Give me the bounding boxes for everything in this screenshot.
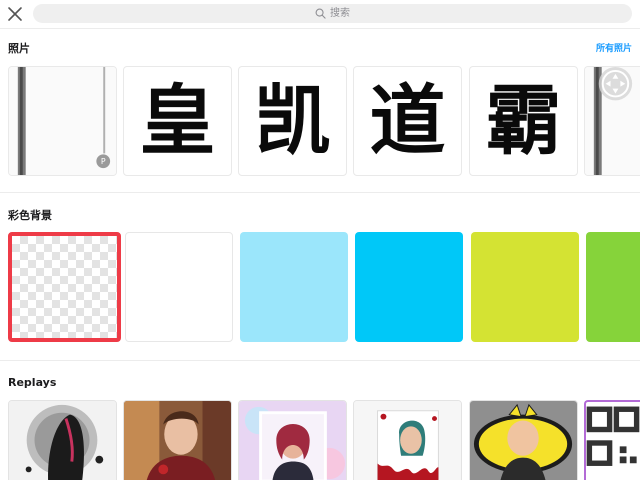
replay-image [9, 401, 116, 480]
search-icon [315, 8, 326, 19]
search-placeholder: 搜索 [330, 7, 350, 19]
calligraphy-glyph: 道 [369, 76, 446, 165]
photo-tile[interactable]: 道 [353, 66, 462, 176]
photo-icon: P [9, 67, 116, 175]
replay-thumbnail[interactable] [469, 400, 578, 480]
replay-thumbnail[interactable] [123, 400, 232, 480]
divider [0, 192, 640, 193]
replay-thumbnail[interactable] [353, 400, 462, 480]
section-title-replays: Replays [8, 376, 57, 389]
calligraphy-glyph: 凯 [254, 76, 331, 165]
photo-tile[interactable]: 霸 [469, 66, 578, 176]
swatch-white[interactable] [125, 232, 233, 342]
section-title-photos: 照片 [8, 42, 30, 55]
swatch-green[interactable] [586, 232, 640, 342]
swatch-light-blue[interactable] [240, 232, 348, 342]
photo-tile[interactable]: P [8, 66, 117, 176]
replay-thumbnail[interactable] [238, 400, 347, 480]
section-title-color-backgrounds: 彩色背景 [8, 209, 52, 222]
replay-image [124, 401, 231, 480]
photo-row: P 皇 凯 道 霸 [0, 66, 640, 176]
close-icon [8, 7, 22, 21]
svg-text:P: P [101, 157, 106, 166]
calligraphy-glyph: 霸 [485, 76, 562, 165]
replay-image [239, 401, 346, 480]
divider [0, 28, 640, 29]
swatch-lime[interactable] [471, 232, 579, 342]
search-input[interactable]: 搜索 [33, 4, 632, 23]
swatch-transparent[interactable] [8, 232, 121, 342]
see-all-photos-link[interactable]: 所有照片 [596, 43, 632, 55]
color-background-row [0, 232, 640, 344]
replay-row [0, 400, 640, 480]
qr-code-icon [586, 406, 640, 466]
divider [0, 360, 640, 361]
photo-tile[interactable]: 凯 [238, 66, 347, 176]
top-bar: 搜索 [0, 0, 640, 28]
scan-button[interactable] [584, 400, 640, 480]
photo-tile[interactable] [584, 66, 640, 176]
calligraphy-glyph: 皇 [139, 76, 216, 165]
photo-tile[interactable]: 皇 [123, 66, 232, 176]
swatch-cyan[interactable] [355, 232, 463, 342]
replay-thumbnail[interactable] [8, 400, 117, 480]
photo-icon [585, 67, 640, 175]
close-button[interactable] [6, 5, 24, 23]
replay-image [470, 401, 577, 480]
replay-image [354, 401, 461, 480]
